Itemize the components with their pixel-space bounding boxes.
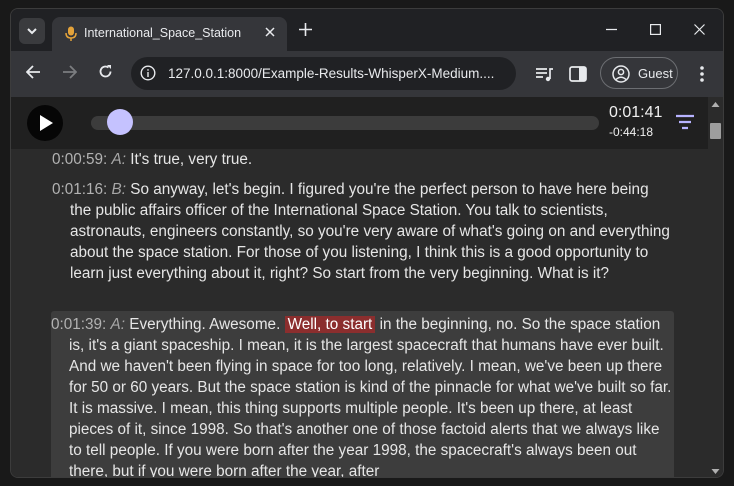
seek-handle[interactable] (107, 109, 133, 135)
remaining-time: -0:44:18 (609, 125, 654, 139)
tab-active[interactable]: International_Space_Station (52, 17, 287, 51)
play-button[interactable] (27, 105, 63, 141)
page-content: 0:01:41 -0:44:18 0:00:59: A: It's true, … (11, 97, 708, 478)
current-time: 0:01:41 (609, 104, 663, 121)
seek-bar[interactable] (91, 116, 599, 130)
segment-speaker: A: (111, 151, 126, 168)
segment-text: Everything. Awesome. (129, 316, 281, 333)
reload-icon (99, 65, 111, 78)
close-window-button[interactable] (677, 17, 721, 43)
tab-search-button[interactable] (19, 18, 45, 44)
microphone-icon (65, 26, 77, 41)
sort-icon[interactable] (675, 113, 695, 131)
address-bar[interactable]: 127.0.0.1:8000/Example-Results-WhisperX-… (131, 57, 516, 90)
url-text: 127.0.0.1:8000/Example-Results-WhisperX-… (168, 66, 495, 81)
segment-timestamp[interactable]: 0:00:59: (52, 151, 107, 168)
reload-button[interactable] (93, 62, 117, 86)
info-icon[interactable] (140, 65, 156, 81)
browser-toolbar: 127.0.0.1:8000/Example-Results-WhisperX-… (11, 51, 723, 97)
transcript-segment-active[interactable]: 0:01:39: A: Everything. Awesome. Well, t… (51, 311, 674, 478)
segment-timestamp[interactable]: 0:01:39: (51, 316, 106, 333)
segment-text: It's true, very true. (130, 151, 253, 168)
chevron-down-icon (27, 27, 37, 34)
minimize-button[interactable] (589, 17, 633, 43)
minimize-icon (605, 28, 617, 31)
maximize-icon (649, 24, 661, 36)
account-icon (612, 65, 630, 83)
scroll-down-arrow-icon[interactable] (711, 467, 720, 476)
audio-player: 0:01:41 -0:44:18 (11, 97, 708, 149)
close-icon (265, 27, 275, 37)
browser-window: International_Space_Station 127.0.0.1:80… (10, 8, 724, 478)
profile-label: Guest (638, 66, 673, 81)
plus-icon (298, 23, 312, 36)
back-button[interactable] (21, 62, 45, 86)
play-icon (40, 115, 53, 131)
close-icon (693, 24, 705, 35)
segment-timestamp[interactable]: 0:01:16: (52, 181, 107, 198)
tab-strip: International_Space_Station (11, 9, 723, 51)
arrow-left-icon (25, 65, 40, 79)
side-panel-icon[interactable] (567, 63, 589, 85)
page-scrollbar[interactable] (708, 97, 723, 477)
segment-text: in the beginning, no. So the space stati… (69, 316, 672, 478)
transcript-segment[interactable]: 0:01:16: B: So anyway, let's begin. I fi… (52, 179, 673, 284)
current-word-highlight: Well, to start (284, 316, 376, 333)
transcript-list: 0:00:59: A: It's true, very true. 0:01:1… (11, 149, 708, 478)
more-vert-icon[interactable] (694, 63, 710, 85)
maximize-button[interactable] (633, 17, 677, 43)
tab-title: International_Space_Station (84, 26, 242, 40)
segment-speaker: B: (111, 181, 126, 198)
forward-button[interactable] (57, 62, 81, 86)
profile-button[interactable]: Guest (600, 57, 678, 89)
segment-text: So anyway, let's begin. I figured you're… (70, 181, 670, 282)
tab-close-button[interactable] (261, 24, 279, 42)
scrollbar-thumb[interactable] (710, 123, 721, 139)
segment-speaker: A: (110, 316, 125, 333)
transcript-segment[interactable]: 0:00:59: A: It's true, very true. (52, 149, 673, 170)
media-controls-icon[interactable] (533, 63, 555, 85)
scroll-up-arrow-icon[interactable] (711, 100, 720, 109)
new-tab-button[interactable] (295, 20, 315, 40)
arrow-right-icon (62, 65, 77, 79)
